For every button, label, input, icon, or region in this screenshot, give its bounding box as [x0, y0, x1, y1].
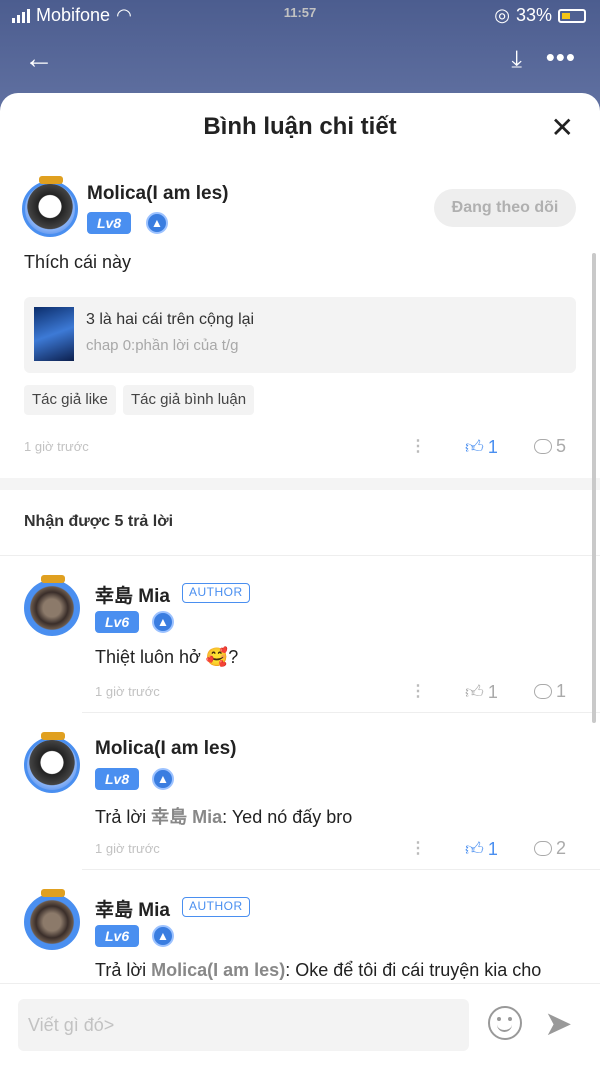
- more-icon[interactable]: •••: [546, 42, 576, 73]
- vip-gem-icon: ▲: [152, 768, 174, 790]
- reply-prefix: Trả lời: [95, 960, 152, 980]
- reply-count: 1: [556, 681, 567, 701]
- level-badge: Lv8: [95, 768, 140, 790]
- quote-title: 3 là hai cái trên cộng lại: [86, 311, 255, 328]
- battery-icon: [558, 8, 586, 23]
- back-arrow-icon[interactable]: ←: [24, 42, 54, 76]
- send-icon[interactable]: ➤: [544, 1004, 573, 1044]
- avatar[interactable]: [22, 176, 78, 237]
- replies-header: Nhận được 5 trả lời: [24, 513, 174, 530]
- close-icon[interactable]: ✕: [551, 111, 574, 144]
- comment-text: Thích cái này: [24, 252, 132, 272]
- top-nav: ← ⤓ •••: [0, 42, 600, 82]
- crown-frame-icon: [39, 176, 63, 184]
- section-divider: [0, 478, 600, 490]
- author-badge: AUTHOR: [182, 897, 250, 917]
- comment-bubble-icon: [534, 684, 552, 699]
- thumbs-up-icon: 👍︎: [465, 437, 484, 457]
- reply-body: : Yed nó đấy bro: [222, 807, 353, 827]
- reply-count-button[interactable]: 2: [534, 838, 566, 859]
- comment-bubble-icon: [534, 439, 552, 454]
- reply-count: 5: [556, 436, 567, 456]
- reply-count-button[interactable]: 1: [534, 681, 566, 702]
- vertical-dots-icon[interactable]: ⋮: [410, 838, 426, 858]
- scrollbar[interactable]: [592, 253, 596, 723]
- divider: [0, 555, 600, 556]
- reply-text: Trả lời 幸島 Mia: Yed nó đấy bro: [95, 803, 352, 829]
- divider: [82, 712, 600, 713]
- level-badge: Lv6: [95, 925, 140, 947]
- user-name[interactable]: Molica(I am les): [87, 183, 229, 205]
- download-icon[interactable]: ⤓: [511, 46, 522, 74]
- reply-user-name[interactable]: 幸島 Mia: [95, 581, 170, 608]
- reply-body: : Oke để tôi đi cái truyện kia cho: [285, 960, 542, 980]
- level-badge: Lv6: [95, 611, 140, 633]
- reply-time: 1 giờ trước: [95, 684, 160, 699]
- vip-gem-icon: ▲: [146, 212, 168, 234]
- author-badge: AUTHOR: [182, 583, 250, 603]
- quote-subtitle: chap 0:phần lời của t/g: [86, 337, 239, 354]
- like-count: 1: [487, 436, 498, 457]
- quoted-chapter[interactable]: 3 là hai cái trên cộng lại chap 0:phần l…: [24, 297, 576, 373]
- follow-button[interactable]: Đang theo dõi: [434, 189, 576, 227]
- like-button[interactable]: 👍︎ 1: [465, 681, 498, 703]
- avatar[interactable]: [24, 889, 80, 950]
- emoji-icon[interactable]: [488, 1006, 522, 1040]
- level-badge: Lv8: [87, 212, 132, 234]
- reply-count-button[interactable]: 5: [534, 436, 566, 457]
- reply-count: 2: [556, 838, 567, 858]
- reply-target-user[interactable]: Molica(I am les): [151, 960, 285, 980]
- orientation-lock-icon: ◎: [494, 5, 510, 25]
- tag-author-commented: Tác giả bình luận: [123, 385, 255, 415]
- thumbs-up-icon: 👍︎: [465, 839, 484, 859]
- comment-composer: Viết gì đó> ➤: [0, 983, 600, 1067]
- comment-input[interactable]: Viết gì đó>: [18, 999, 469, 1051]
- avatar[interactable]: [24, 732, 80, 793]
- comment-time: 1 giờ trước: [24, 439, 89, 454]
- crown-frame-icon: [41, 732, 65, 740]
- tag-author-liked: Tác giả like: [24, 385, 116, 415]
- reply-user-name[interactable]: Molica(I am les): [95, 738, 237, 760]
- vertical-dots-icon[interactable]: ⋮: [410, 436, 426, 456]
- reply-text: Trả lời Molica(I am les): Oke để tôi đi …: [95, 960, 541, 981]
- status-bar: Mobifone ◠ 11:57 ◎ 33%: [0, 0, 600, 32]
- vip-gem-icon: ▲: [152, 925, 174, 947]
- chapter-thumbnail: [34, 307, 74, 361]
- vip-gem-icon: ▲: [152, 611, 174, 633]
- crown-frame-icon: [41, 575, 65, 583]
- reply-time: 1 giờ trước: [95, 841, 160, 856]
- comment-detail-sheet: Bình luận chi tiết ✕ Molica(I am les) Lv…: [0, 93, 600, 1067]
- comment-bubble-icon: [534, 841, 552, 856]
- battery-percent: 33%: [515, 5, 552, 25]
- reply-user-name[interactable]: 幸島 Mia: [95, 895, 170, 922]
- like-button[interactable]: 👍︎ 1: [465, 838, 498, 860]
- divider: [82, 869, 600, 870]
- vertical-dots-icon[interactable]: ⋮: [410, 681, 426, 701]
- like-count: 1: [487, 838, 498, 859]
- thumbs-up-outline-icon: 👍︎: [465, 682, 484, 702]
- like-count: 1: [487, 681, 498, 702]
- reply-target-user[interactable]: 幸島 Mia: [151, 807, 222, 827]
- reply-text: Thiệt luôn hở 🥰?: [95, 647, 239, 667]
- sheet-title: Bình luận chi tiết: [203, 113, 397, 140]
- avatar[interactable]: [24, 575, 80, 636]
- reply-prefix: Trả lời: [95, 807, 152, 827]
- crown-frame-icon: [41, 889, 65, 897]
- like-button[interactable]: 👍︎ 1: [465, 436, 498, 458]
